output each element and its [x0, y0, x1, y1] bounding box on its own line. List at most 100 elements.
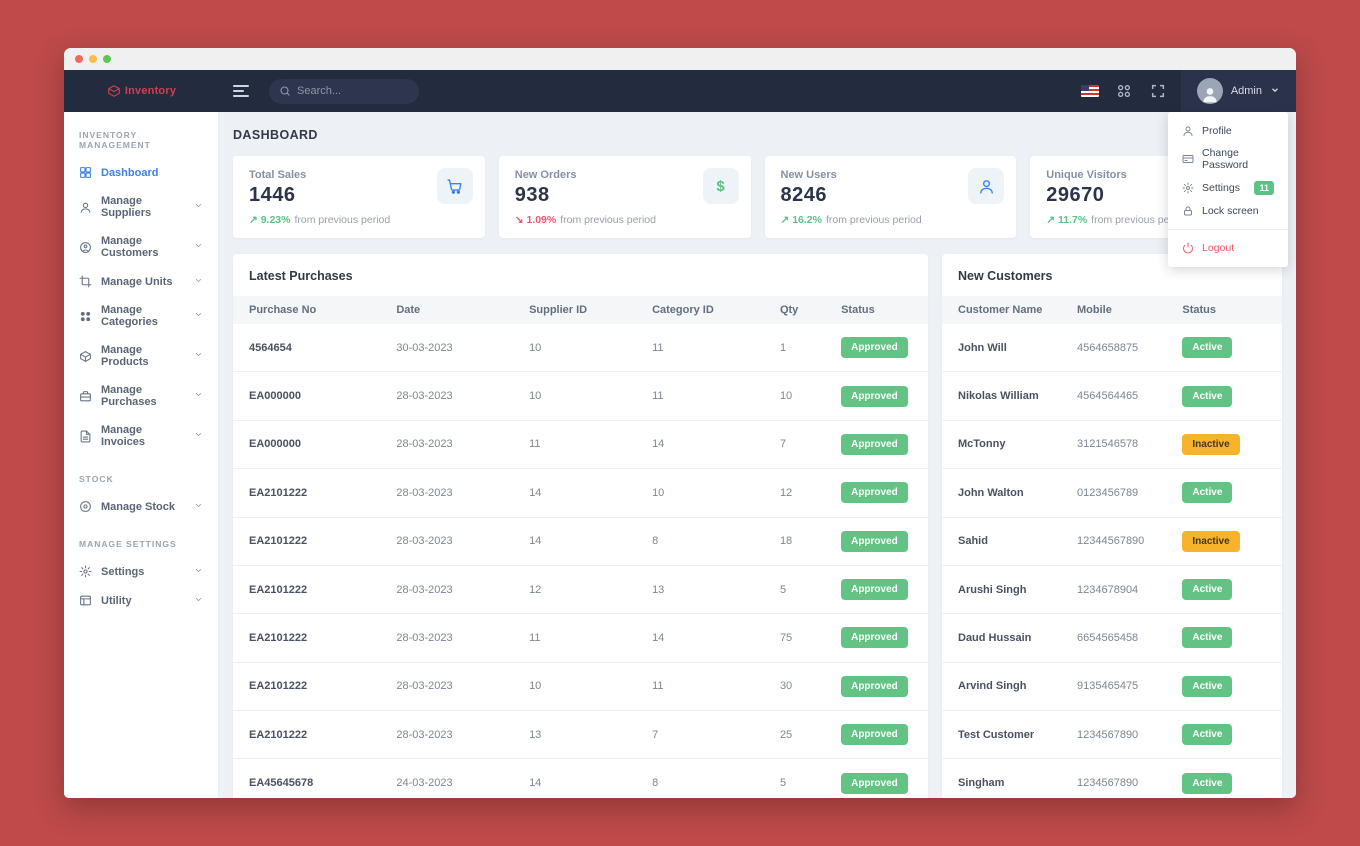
chevron-down-icon: [1270, 82, 1280, 100]
sidebar-item-manage-stock[interactable]: Manage Stock: [64, 492, 218, 521]
menu-item-logout[interactable]: Logout: [1168, 237, 1288, 259]
table-cell: 75: [763, 613, 826, 663]
menu-item-profile[interactable]: Profile: [1168, 120, 1288, 142]
menu-item-lock-screen[interactable]: Lock screen: [1168, 200, 1288, 222]
column-header-status: Status: [1166, 296, 1282, 324]
menu-item-settings[interactable]: Settings 11: [1168, 176, 1288, 200]
table-cell: Active: [1166, 759, 1282, 798]
table-cell: 7: [636, 710, 764, 760]
chevron-down-icon: [195, 204, 202, 207]
table-cell: Active: [1166, 710, 1282, 760]
fullscreen-button[interactable]: [1141, 70, 1175, 112]
stat-cards: Total Sales 1446 ↗ 9.23% from previous peri…: [233, 156, 1282, 238]
user-menu-button[interactable]: Admin: [1180, 70, 1296, 112]
purchases-table: Purchase No Date Supplier ID Category ID Qty…: [233, 296, 928, 798]
status-badge: Approved: [841, 337, 908, 359]
sidebar-item-manage-suppliers[interactable]: Manage Suppliers: [64, 187, 218, 227]
user-icon: [1183, 126, 1193, 136]
table-cell: 4564658875: [1061, 324, 1167, 373]
sidebar-item-label: Manage Customers: [101, 235, 159, 259]
status-badge: Inactive: [1182, 530, 1240, 552]
user-name: Admin: [1230, 85, 1262, 97]
table-cell: 14: [513, 468, 637, 518]
sidebar-section-title: INVENTORY MANAGEMENT: [79, 130, 151, 150]
column-header-qty: Qty: [763, 296, 826, 324]
table-cell: Approved: [825, 759, 928, 798]
table-cell: EA000000: [233, 371, 381, 421]
page-title: DASHBOARD: [233, 128, 318, 142]
sidebar-item-dashboard[interactable]: Dashboard: [64, 158, 218, 187]
status-badge: Active: [1182, 675, 1233, 697]
sidebar-item-label: Manage Units: [101, 275, 173, 288]
menu-toggle-icon[interactable]: [233, 85, 251, 97]
table-cell: Arvind Singh: [942, 662, 1061, 712]
status-badge: Inactive: [1182, 433, 1240, 455]
gear-icon: [79, 565, 92, 578]
sidebar-item-manage-invoices[interactable]: Manage Invoices: [64, 416, 218, 456]
table-cell: 18: [763, 517, 826, 566]
status-badge: Active: [1182, 724, 1233, 746]
menu-item-change-password[interactable]: Change Password: [1168, 142, 1288, 176]
stat-delta: ↗ 11.7%: [1046, 214, 1088, 226]
stock-icon: [80, 501, 91, 512]
table-cell: 10: [513, 662, 637, 712]
table-cell: 11: [513, 420, 637, 470]
supplier-icon: [80, 202, 91, 213]
app-logo[interactable]: Inventory: [64, 84, 219, 98]
table-cell: Active: [1166, 468, 1282, 518]
table-cell: 4564654: [233, 324, 381, 373]
close-window-button[interactable]: [75, 55, 83, 63]
table-cell: EA2101222: [233, 565, 381, 615]
table-cell: 14: [636, 613, 764, 663]
table-cell: 1: [763, 324, 826, 373]
table-cell: 14: [513, 517, 637, 566]
table-row: EA000000 28-03-2023 10 11 10 Approved: [233, 371, 928, 421]
person-icon: [979, 179, 993, 194]
table-cell: Singham: [958, 777, 1005, 790]
card-icon: [1182, 155, 1194, 163]
sidebar-item-settings[interactable]: Settings: [64, 557, 218, 586]
sidebar-item-manage-customers[interactable]: Manage Customers: [64, 227, 218, 267]
table-row: McTonny 3121546578 Inactive: [942, 420, 1282, 470]
table-cell: 0123456789: [1061, 468, 1167, 518]
table-row: Daud Hussain 6654565458 Active: [942, 613, 1282, 663]
table-row: Singham 1234567890 Active: [942, 759, 1282, 798]
table-cell: EA45645678: [249, 777, 314, 790]
table-cell: 11: [636, 662, 764, 712]
table-row: John Walton 0123456789 Active: [942, 468, 1282, 518]
menu-item-label: Settings: [1202, 182, 1240, 194]
sidebar-item-manage-categories[interactable]: Manage Categories: [64, 296, 218, 336]
table-cell: Inactive: [1166, 420, 1282, 470]
fullscreen-icon: [1151, 84, 1164, 98]
chevron-down-icon: [195, 393, 202, 396]
stat-note: from previous period: [826, 214, 922, 226]
minimize-window-button[interactable]: [89, 55, 97, 63]
status-badge: Active: [1182, 772, 1233, 794]
table-cell: Active: [1166, 565, 1282, 615]
apps-grid-button[interactable]: [1107, 70, 1141, 112]
stat-note: from previous period: [294, 214, 391, 226]
cart-icon: [447, 178, 462, 194]
table-cell: EA2101222: [233, 613, 381, 663]
table-cell: 11: [513, 613, 637, 663]
sidebar-item-label: Manage Invoices: [101, 424, 146, 448]
table-row: Nikolas William 4564564465 Active: [942, 371, 1282, 421]
categories-icon: [80, 311, 91, 321]
search-input[interactable]: [297, 85, 409, 97]
sidebar-item-manage-purchases[interactable]: Manage Purchases: [64, 376, 218, 416]
table-cell: 10: [763, 371, 826, 421]
maximize-window-button[interactable]: [103, 55, 111, 63]
chevron-down-icon: [194, 595, 203, 607]
browser-window: Inventory Admin: [64, 48, 1296, 798]
table-cell: Inactive: [1166, 517, 1282, 566]
column-header-customer-name: Customer Name: [942, 296, 1061, 324]
sidebar-item-manage-products[interactable]: Manage Products: [64, 336, 218, 376]
table-cell: Approved: [825, 517, 928, 566]
table-cell: 28-03-2023: [380, 710, 514, 760]
table-cell: 28-03-2023: [380, 468, 514, 518]
sidebar-item-utility[interactable]: Utility: [64, 586, 218, 615]
language-flag-button[interactable]: [1073, 70, 1107, 112]
sidebar-item-manage-units[interactable]: Manage Units: [64, 267, 218, 296]
table-cell: 30-03-2023: [380, 324, 514, 373]
menu-item-label: Change Password: [1202, 147, 1249, 171]
